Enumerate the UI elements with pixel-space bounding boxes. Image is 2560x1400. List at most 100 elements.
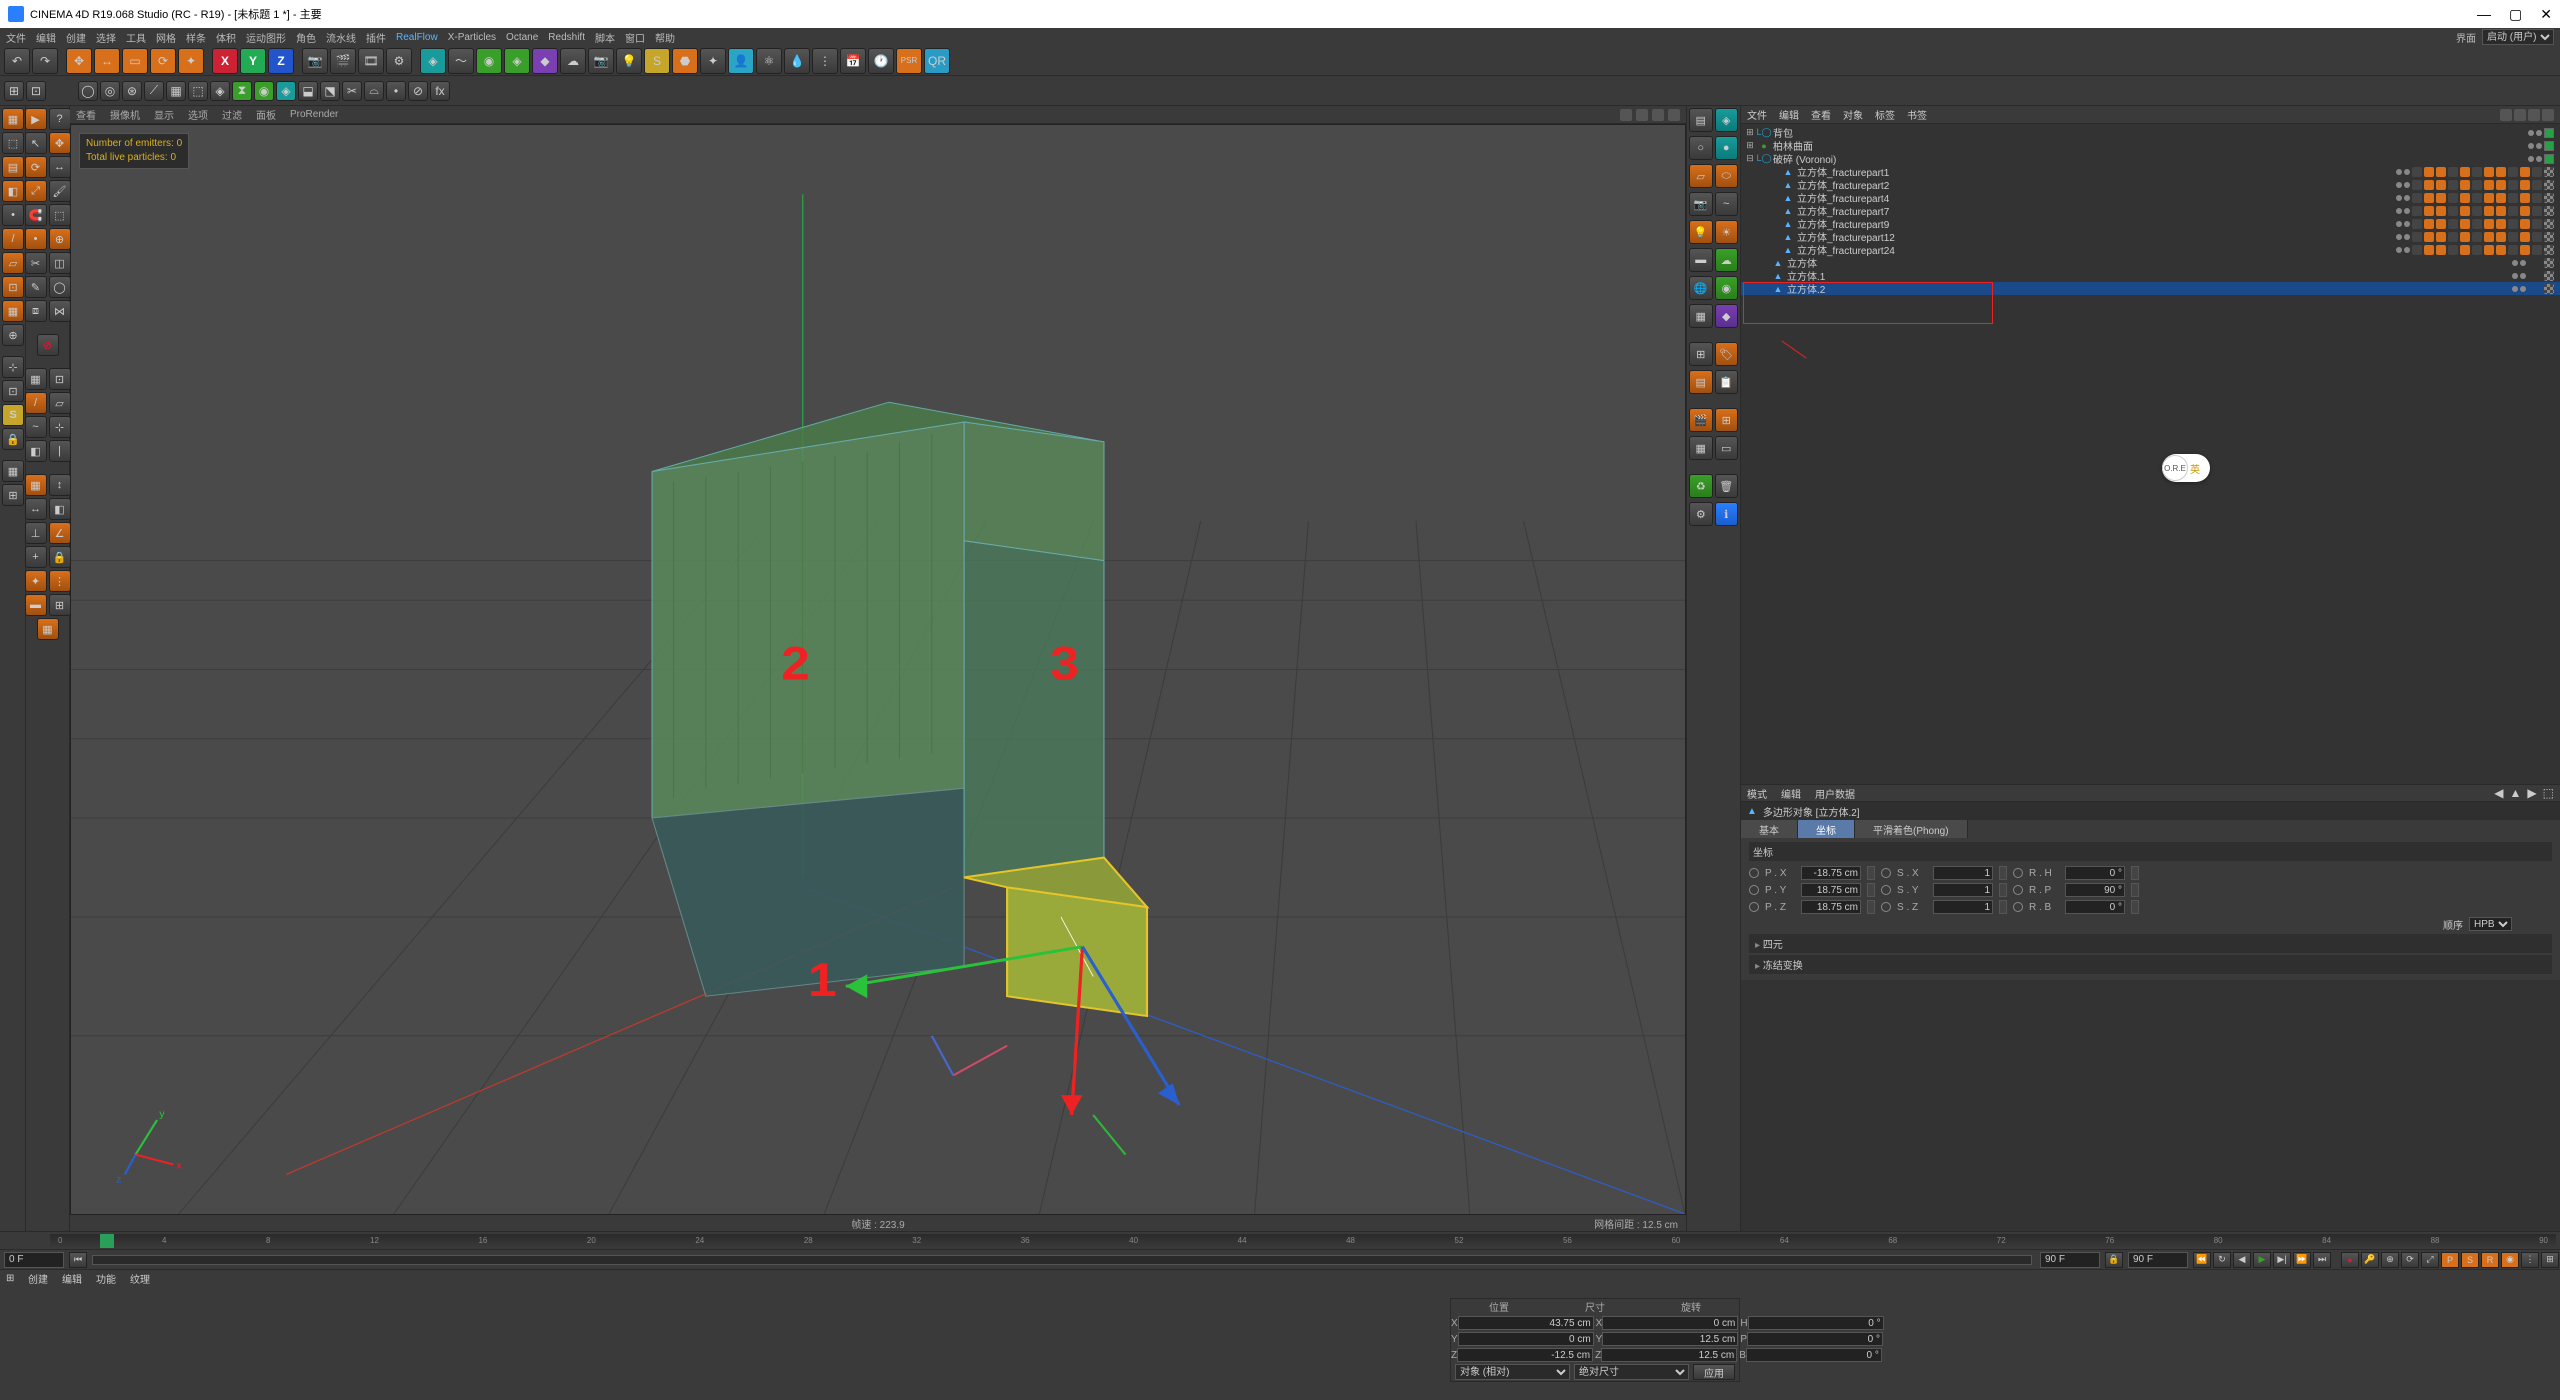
clone-button[interactable]: ⊞ (49, 594, 71, 616)
poly-pen-button[interactable]: ◈ (276, 81, 296, 101)
snap-workplane-button[interactable]: ◧ (25, 440, 47, 462)
mm-tab-func[interactable]: 功能 (96, 1271, 116, 1286)
render-region-button[interactable]: 🎬 (330, 48, 356, 74)
sphere-icon[interactable]: ● (1715, 136, 1739, 160)
constrain-lock-button[interactable]: 🔒 (49, 546, 71, 568)
gear-icon[interactable]: ⚙ (1689, 502, 1713, 526)
timeline-menu-button[interactable]: ⋮ (2521, 1252, 2539, 1268)
object-mode-button[interactable]: ⬚ (2, 132, 24, 154)
bridge-button[interactable]: ⌓ (364, 81, 384, 101)
constrain-perp-button[interactable]: ⊥ (25, 522, 47, 544)
snap-poly-button[interactable]: ▱ (49, 392, 71, 414)
constrain-ortho-button[interactable]: + (25, 546, 47, 568)
render-settings-button[interactable]: ⚙ (386, 48, 412, 74)
polygon-mode-button[interactable]: ▱ (2, 252, 24, 274)
autokey-button[interactable]: 🔑 (2361, 1252, 2379, 1268)
null-icon[interactable]: ○ (1689, 136, 1713, 160)
pv-icon[interactable]: ▭ (1715, 436, 1739, 460)
cylinder-icon[interactable]: ⬭ (1715, 164, 1739, 188)
reset-view-button[interactable]: ⊞ (4, 81, 24, 101)
spline-button[interactable]: ～ (448, 48, 474, 74)
timeline-settings-button[interactable]: ⊞ (2541, 1252, 2559, 1268)
radial-dupe-button[interactable]: ✦ (25, 570, 47, 592)
xp-button[interactable]: ⋮ (812, 48, 838, 74)
symmetry-button[interactable]: ⧗ (232, 81, 252, 101)
record-button[interactable]: ● (2341, 1252, 2359, 1268)
snap-point-button[interactable]: ⊡ (49, 368, 71, 390)
constrain-v-button[interactable]: ↕ (49, 474, 71, 496)
vp-menu-view[interactable]: 查看 (76, 107, 96, 122)
ring-select-button[interactable]: ◎ (100, 81, 120, 101)
iron-button[interactable]: ⬚ (49, 204, 71, 226)
edge-mode-button[interactable]: / (2, 228, 24, 250)
constrain-h-button[interactable]: ↔ (25, 498, 47, 520)
bevel-button[interactable]: ⬔ (320, 81, 340, 101)
attr-up-icon[interactable]: ▲ (2510, 786, 2522, 800)
select-live-button[interactable]: ✥ (66, 48, 92, 74)
rbatch-icon[interactable]: ⊞ (1715, 408, 1739, 432)
magnet-button[interactable]: 🧲 (25, 204, 47, 226)
snap-axis-button[interactable]: ⊹ (49, 416, 71, 438)
frame-end-input-a[interactable]: 90 F (2040, 1252, 2100, 1268)
undo-button[interactable]: ↶ (4, 48, 30, 74)
mm-tab-create[interactable]: 创建 (28, 1271, 48, 1286)
floor-icon[interactable]: ▬ (1689, 248, 1713, 272)
pos-x-input[interactable] (1801, 866, 1861, 880)
om-menu-object[interactable]: 对象 (1843, 107, 1863, 122)
move-gizmo-button[interactable]: ✥ (49, 132, 71, 154)
menu-window[interactable]: 窗口 (625, 30, 645, 45)
move-tool-button[interactable]: ↔ (94, 48, 120, 74)
vp-orbit-icon[interactable] (1652, 109, 1664, 121)
om-filter-icon[interactable] (2514, 109, 2526, 121)
s-toggle-button[interactable]: S (2, 404, 24, 426)
vp-maximize-icon[interactable] (1668, 109, 1680, 121)
cp-pos-y[interactable] (1458, 1332, 1594, 1346)
grow-select-button[interactable]: ⊛ (122, 81, 142, 101)
cp-rot-p[interactable] (1747, 1332, 1883, 1346)
om-menu-edit[interactable]: 编辑 (1779, 107, 1799, 122)
menu-octane[interactable]: Octane (506, 32, 538, 43)
next-key-button[interactable]: ⏩ (2293, 1252, 2311, 1268)
vp-menu-options[interactable]: 选项 (188, 107, 208, 122)
tag-icon[interactable]: 🏷 (1715, 342, 1739, 366)
loop-select-button[interactable]: ◯ (78, 81, 98, 101)
menu-pipeline[interactable]: 流水线 (326, 30, 356, 45)
point-mode-button[interactable]: • (2, 204, 24, 226)
attr-tab-basic[interactable]: 基本 (1741, 820, 1798, 838)
recycle-icon[interactable]: ♻ (1689, 474, 1713, 498)
menu-select[interactable]: 选择 (96, 30, 116, 45)
help-icon[interactable]: ? (49, 108, 71, 130)
make-editable-button[interactable]: ▶ (25, 108, 47, 130)
uv-poly-button[interactable]: ▦ (2, 300, 24, 322)
axis-z-button[interactable]: Z (268, 48, 294, 74)
freeze-section[interactable]: 冻结变换 (1749, 955, 2552, 974)
attr-menu-userdata[interactable]: 用户数据 (1815, 786, 1855, 801)
key-scale-button[interactable]: ⤢ (2421, 1252, 2439, 1268)
cp-size-x[interactable] (1602, 1316, 1738, 1330)
redo-button[interactable]: ↷ (32, 48, 58, 74)
pointer-button[interactable]: ↖ (25, 132, 47, 154)
snap-spline-button[interactable]: ~ (25, 416, 47, 438)
quantize-button[interactable]: ▦ (25, 474, 47, 496)
menu-redshift[interactable]: Redshift (548, 32, 585, 43)
menu-character[interactable]: 角色 (296, 30, 316, 45)
ime-badge[interactable]: O.R.E 英 (2162, 454, 2210, 482)
play-button[interactable]: ▶ (2253, 1252, 2271, 1268)
bg-icon[interactable]: ▦ (1689, 304, 1713, 328)
line-cut-button[interactable]: ✂ (25, 252, 47, 274)
attr-tab-phong[interactable]: 平滑着色(Phong) (1855, 820, 1968, 838)
plane-cut-button[interactable]: ◫ (49, 252, 71, 274)
knife-button[interactable]: ✂ (342, 81, 362, 101)
frame-end-input-b[interactable]: 90 F (2128, 1252, 2188, 1268)
vp-menu-prorender[interactable]: ProRender (290, 109, 338, 120)
go-end-button[interactable]: ⏭ (2313, 1252, 2331, 1268)
vp-menu-camera[interactable]: 摄像机 (110, 107, 140, 122)
convert-select-button[interactable]: ◈ (210, 81, 230, 101)
simulate-button[interactable]: 💧 (784, 48, 810, 74)
deny-icon[interactable]: ⊘ (37, 334, 59, 356)
snap-guide-button[interactable]: | (49, 440, 71, 462)
go-start-button[interactable]: ⏮ (69, 1252, 87, 1268)
scale-x-input[interactable] (1933, 866, 1993, 880)
object-manager-tree[interactable]: ⊞ L◯ 背包 ⊞ ● 柏林曲面 ⊟ L◯ 破碎 (Voronoi) ▲立方体_… (1741, 124, 2560, 784)
menu-spline[interactable]: 样条 (186, 30, 206, 45)
